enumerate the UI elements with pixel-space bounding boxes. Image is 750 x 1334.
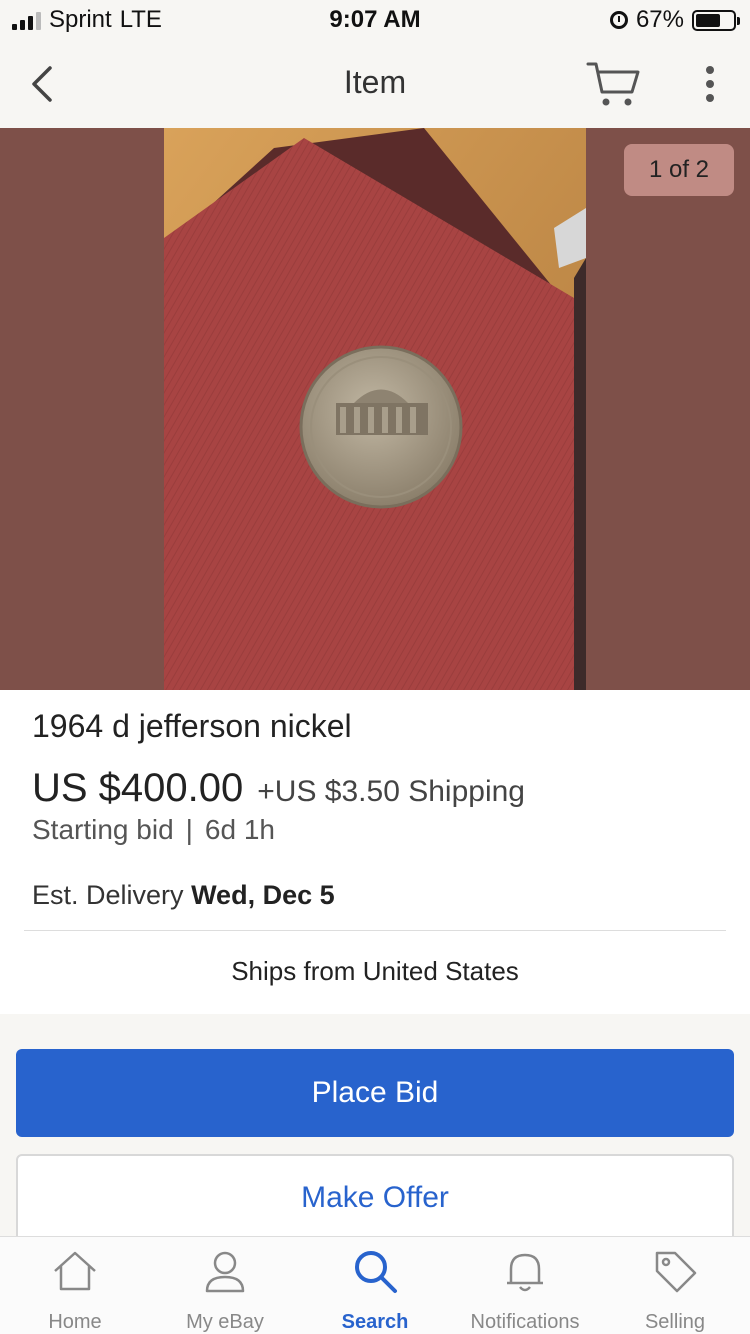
delivery-date: Wed, Dec 5 [191, 880, 335, 910]
item-photo [164, 128, 586, 690]
tab-label: Search [341, 1311, 409, 1333]
bid-separator: | [185, 814, 193, 845]
shipping-cost: +US $3.50 Shipping [257, 775, 525, 808]
item-info: 1964 d jefferson nickel US $400.00 +US $… [0, 690, 750, 1014]
cart-icon [586, 62, 640, 106]
more-vertical-icon [706, 66, 714, 74]
item-price: US $400.00 [32, 766, 244, 810]
search-icon [355, 1251, 397, 1293]
tab-label: Selling [644, 1311, 706, 1333]
tab-my-ebay[interactable]: My eBay [150, 1237, 300, 1334]
status-right: 67% [609, 6, 740, 34]
tab-selling[interactable]: Selling [600, 1237, 750, 1334]
battery-fill [696, 13, 721, 27]
tab-home[interactable]: Home [0, 1237, 150, 1334]
status-bar: Sprint LTE 9:07 AM 67% [0, 0, 750, 40]
item-title: 1964 d jefferson nickel [32, 708, 352, 744]
estimated-delivery: Est. Delivery Wed, Dec 5 [32, 880, 335, 911]
photo-illustration [164, 128, 586, 690]
make-offer-button[interactable]: Make Offer [16, 1154, 734, 1242]
price-row: US $400.00 +US $3.50 Shipping [32, 766, 525, 811]
ships-from: Ships from United States [231, 956, 519, 986]
item-photo-gallery[interactable]: 1 of 2 [0, 128, 750, 690]
bid-info: Starting bid | 6d 1h [32, 814, 275, 846]
delivery-label: Est. Delivery [32, 880, 184, 910]
tab-label: Notifications [470, 1311, 580, 1333]
home-icon [54, 1251, 96, 1291]
cart-button[interactable] [586, 58, 642, 110]
bell-icon [507, 1253, 543, 1292]
tab-bar: Home My eBay Search Notifications Sellin… [0, 1236, 750, 1334]
more-options-button[interactable] [690, 62, 730, 106]
tab-notifications[interactable]: Notifications [450, 1237, 600, 1334]
alarm-icon [609, 11, 628, 29]
bid-type: Starting bid [32, 814, 174, 845]
battery-percent: 67% [635, 6, 684, 33]
tag-icon [655, 1251, 697, 1293]
place-bid-button[interactable]: Place Bid [16, 1049, 734, 1137]
tab-label: My eBay [186, 1311, 264, 1333]
photo-counter: 1 of 2 [624, 144, 734, 196]
time-left: 6d 1h [204, 814, 275, 845]
nav-bar: Item [0, 40, 750, 128]
battery-icon [692, 9, 740, 31]
tab-label: Home [48, 1311, 102, 1333]
user-icon [205, 1251, 245, 1293]
divider [24, 930, 726, 931]
tab-search[interactable]: Search [300, 1237, 450, 1334]
